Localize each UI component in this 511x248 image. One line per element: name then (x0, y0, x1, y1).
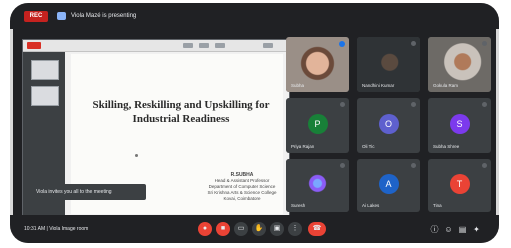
phone-icon: ☎ (312, 225, 322, 232)
participant-tile[interactable]: Gokula Ram (428, 37, 491, 92)
avatar: S (449, 114, 470, 135)
top-bar: REC Viola Mazé is presenting (10, 3, 499, 29)
avatar: A (378, 174, 399, 195)
info-icon[interactable]: ⓘ (430, 225, 439, 234)
raise-hand-button[interactable]: ✋ (252, 222, 266, 236)
participant-name: Priya Rajan (291, 144, 315, 149)
mic-toggle-button[interactable]: ● (198, 222, 212, 236)
participant-name: Suresh (291, 203, 306, 208)
mic-off-icon (340, 163, 345, 168)
toolbar-button[interactable] (183, 43, 193, 48)
avatar: P (307, 114, 328, 135)
slide-title: Skilling, Reskilling and Upskilling for … (92, 99, 270, 125)
avatar: T (449, 174, 470, 195)
activities-icon[interactable]: ✦ (472, 225, 481, 234)
presenter-info: R.SUBHA Head & Assistant Professor Depar… (207, 172, 277, 202)
participant-tile[interactable]: Nandhini Kumar (357, 37, 420, 92)
toolbar-button[interactable] (199, 43, 209, 48)
bottom-bar: 10:31 AM | Viola Image room ● ■ ▭ ✋ ▣ ⋮ … (10, 215, 499, 243)
participant-tile[interactable]: A Ai Lakes (357, 159, 420, 212)
mic-off-icon (411, 102, 416, 107)
participant-name: Oli Tic (362, 144, 375, 149)
toolbar-button[interactable] (263, 43, 273, 48)
participant-tile[interactable]: T Tina (428, 159, 491, 212)
avatar: O (378, 114, 399, 135)
page-thumbnail[interactable] (31, 86, 59, 106)
present-icon: ▣ (273, 225, 281, 232)
participant-tile[interactable]: Suresh (286, 159, 349, 212)
participant-tile[interactable]: Subha (286, 37, 349, 92)
captions-icon: ▭ (237, 225, 245, 232)
leave-call-button[interactable]: ☎ (308, 222, 326, 236)
mic-off-icon (340, 102, 345, 107)
participant-name: Subha (291, 83, 305, 88)
meeting-details: 10:31 AM | Viola Image room (24, 226, 89, 232)
pdf-app-icon (27, 42, 41, 49)
participant-tile[interactable]: O Oli Tic (357, 98, 420, 153)
recording-badge: REC (24, 11, 48, 22)
presenting-banner: Viola Mazé is presenting (71, 13, 137, 19)
page-thumbnail[interactable] (31, 60, 59, 80)
presenter-line: Kovai, Coimbatore (223, 196, 261, 201)
mic-off-icon (482, 102, 487, 107)
hand-icon: ✋ (254, 225, 264, 232)
participant-tile[interactable]: S Subha Shree (428, 98, 491, 153)
more-icon: ⋮ (291, 225, 299, 232)
cursor (135, 154, 138, 157)
meet-window: REC Viola Mazé is presenting Skilling, R… (10, 3, 499, 243)
toolbar-button[interactable] (215, 43, 225, 48)
present-button[interactable]: ▣ (270, 222, 284, 236)
chat-icon[interactable]: ▤ (458, 225, 467, 234)
camera-off-icon: ■ (220, 225, 226, 232)
mic-off-icon (411, 41, 416, 46)
present-icon (57, 12, 66, 20)
participant-name: Nandhini Kumar (362, 83, 395, 88)
notification-toast: Viola invites you all to the meeting (30, 184, 146, 200)
pdf-toolbar (23, 40, 289, 52)
participant-name: Gokula Ram (433, 83, 459, 88)
participant-tile[interactable]: P Priya Rajan (286, 98, 349, 153)
people-icon[interactable]: ☺ (444, 225, 453, 234)
mic-off-icon (411, 163, 416, 168)
mic-off-icon (482, 41, 487, 46)
pin-icon (339, 41, 345, 47)
mic-off-icon: ● (202, 225, 208, 232)
more-options-button[interactable]: ⋮ (288, 222, 302, 236)
mic-off-icon (482, 163, 487, 168)
captions-button[interactable]: ▭ (234, 222, 248, 236)
participant-name: Subha Shree (433, 144, 460, 149)
participant-name: Tina (433, 203, 442, 208)
participant-name: Ai Lakes (362, 203, 380, 208)
camera-toggle-button[interactable]: ■ (216, 222, 230, 236)
